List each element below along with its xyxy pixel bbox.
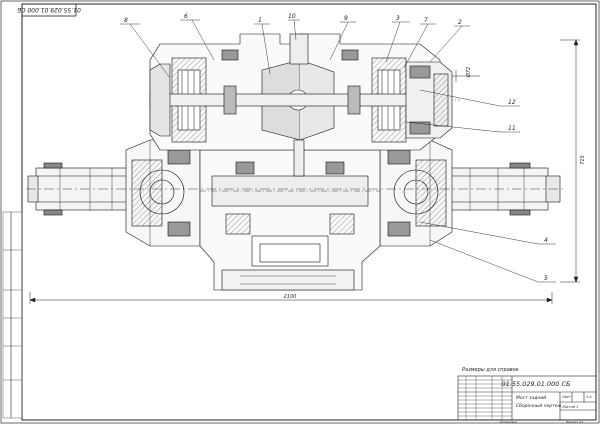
callout-5: 5 — [544, 275, 548, 282]
callout-6: 6 — [184, 13, 188, 20]
title-name-line1: Мост задний — [516, 395, 546, 401]
callout-8: 8 — [124, 17, 128, 24]
rear-axle-assembly — [26, 33, 566, 291]
callout-10: 10 — [288, 13, 296, 20]
title-scale: 1:4 — [586, 395, 592, 399]
width-dimension: 2100 — [284, 294, 297, 300]
callout-3: 3 — [396, 15, 400, 22]
callout-9: 9 — [344, 15, 348, 22]
title-name-line2: Сборочный чертеж — [516, 403, 562, 409]
left-final-drive — [125, 139, 201, 247]
callout-1: 1 — [258, 17, 262, 24]
callout-7: 7 — [424, 17, 428, 24]
callout-4: 4 — [544, 237, 548, 244]
central-housing-lower — [199, 149, 381, 291]
title-sheets: Листов 1 — [561, 405, 578, 409]
callout-12: 12 — [508, 99, 516, 106]
assembly-drawing-sheet: 01.55.029.01.000 СБ 2100 715 Ø72 8 6 1 1… — [0, 0, 600, 424]
right-final-drive — [379, 139, 453, 247]
callout-11: 11 — [508, 125, 516, 132]
callout-2: 2 — [458, 19, 462, 26]
title-format: Формат А1 — [566, 420, 583, 424]
rotated-designation: 01.55.029.01.000 СБ — [17, 6, 81, 13]
title-designation: 01.55.029.01.000 СБ — [502, 380, 571, 388]
rotated-designation-box: 01.55.029.01.000 СБ — [17, 3, 81, 17]
sheet-note: Размеры для справок — [462, 367, 519, 373]
height-dimension: 715 — [580, 155, 586, 165]
title-copied: Копировал — [500, 420, 517, 424]
left-binding-strip — [2, 211, 23, 419]
small-dimension: Ø72 — [465, 67, 472, 78]
title-sheet-label: Лист — [561, 395, 572, 399]
